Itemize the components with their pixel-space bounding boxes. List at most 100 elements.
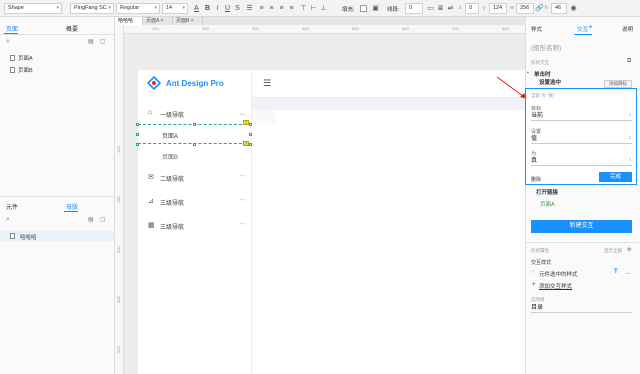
text-color-icon[interactable]: A bbox=[192, 4, 201, 13]
tab-pages[interactable]: 页面 bbox=[6, 24, 18, 33]
submenu-item-page-a[interactable]: 页面A bbox=[162, 131, 178, 140]
link-target[interactable]: 页面A bbox=[540, 200, 555, 208]
ruler-tick: 500 bbox=[116, 346, 121, 353]
chevron-down-icon: ﹀ bbox=[240, 199, 246, 205]
width-input[interactable]: 256 bbox=[516, 3, 534, 14]
font-weight-select[interactable]: Regular ▾ bbox=[116, 3, 160, 14]
bullet-list-icon[interactable]: ☰ bbox=[245, 4, 254, 13]
italic-icon[interactable]: I bbox=[213, 4, 222, 13]
settings-icon[interactable]: ⚙ bbox=[627, 247, 631, 253]
ant-logo-icon bbox=[147, 76, 161, 90]
plus-icon[interactable]: + bbox=[532, 282, 536, 288]
x-input[interactable]: 0 bbox=[465, 3, 479, 14]
strikethrough-icon[interactable]: S bbox=[233, 4, 242, 13]
action-label: 设置选中 bbox=[539, 80, 562, 86]
option-group-input[interactable]: 目录 bbox=[531, 304, 632, 313]
menu-item-level2[interactable]: 二级导航 bbox=[160, 174, 184, 183]
doc-tab-master[interactable]: 哈哈哈 bbox=[115, 17, 143, 25]
font-size-select[interactable]: 14 ▾ bbox=[162, 3, 188, 14]
divider bbox=[0, 196, 114, 197]
tab-outline[interactable]: 概要 bbox=[66, 24, 78, 33]
align-left-icon[interactable]: ≡ bbox=[257, 4, 266, 13]
add-folder-icon[interactable]: ▢ bbox=[100, 216, 106, 223]
master-item-selected[interactable]: 哈哈哈 bbox=[0, 231, 114, 241]
shape-type-select[interactable]: Shape ▾ bbox=[4, 3, 62, 14]
valign-top-icon[interactable]: ⊤ bbox=[299, 4, 308, 13]
top-toolbar: Shape ▾ PingFang SC ▾ Regular ▾ 14 ▾ A B… bbox=[0, 0, 640, 17]
h-label: h bbox=[545, 5, 549, 11]
done-button[interactable]: 完成 bbox=[599, 172, 632, 182]
delete-button[interactable]: 删除 bbox=[531, 176, 541, 183]
radio-icon[interactable]: ○ bbox=[531, 269, 535, 275]
underline-icon[interactable]: U bbox=[223, 4, 232, 13]
header-bar[interactable] bbox=[252, 70, 525, 98]
to-select[interactable]: 真 ⇕ bbox=[531, 157, 632, 166]
set-select[interactable]: 值 ⇕ bbox=[531, 135, 632, 144]
fill-label: 填充: bbox=[342, 7, 355, 13]
bold-icon[interactable]: B bbox=[203, 4, 212, 13]
new-interaction-button[interactable]: 新建交互 bbox=[531, 220, 632, 233]
search-icon[interactable]: ⌕ bbox=[6, 216, 10, 224]
show-all-link[interactable]: 显示全部 bbox=[604, 248, 622, 254]
page-item-b[interactable]: 页面B bbox=[10, 66, 33, 74]
submenu-item-page-b[interactable]: 页面B bbox=[162, 152, 178, 161]
doc-tab-page-a[interactable]: 页面A × bbox=[143, 17, 173, 25]
add-target-button[interactable]: 添加目标 bbox=[604, 80, 632, 88]
tab-widgets[interactable]: 元件 bbox=[6, 202, 18, 211]
menu-item-level3b[interactable]: 三级导航 bbox=[160, 222, 184, 231]
resize-handle[interactable] bbox=[249, 123, 252, 126]
align-right-icon[interactable]: ≡ bbox=[277, 4, 286, 13]
resize-handle[interactable] bbox=[136, 143, 139, 146]
search-icon[interactable]: ⌕ bbox=[6, 38, 10, 46]
page-label: 页面B bbox=[18, 68, 33, 74]
lock-ratio-icon[interactable]: 🔗 bbox=[535, 4, 544, 13]
tab-notes[interactable]: 说明 bbox=[622, 25, 633, 33]
line-label: 线段: bbox=[387, 7, 400, 13]
tab-style[interactable]: 样式 bbox=[531, 25, 542, 33]
valign-middle-icon[interactable]: ⊢ bbox=[309, 4, 318, 13]
text-style-icon[interactable]: T bbox=[614, 269, 618, 275]
interaction-marker-icon[interactable]: ? bbox=[243, 120, 249, 125]
add-master-icon[interactable]: ▤ bbox=[88, 216, 94, 223]
w-label: w bbox=[510, 5, 514, 11]
resize-handle[interactable] bbox=[193, 143, 196, 146]
valign-bottom-icon[interactable]: ⊥ bbox=[319, 4, 328, 13]
edit-interaction-icon[interactable]: ⧉ bbox=[627, 58, 631, 65]
resize-handle[interactable] bbox=[136, 133, 139, 136]
menu-fold-icon[interactable]: ☰ bbox=[263, 78, 271, 89]
align-center-icon[interactable]: ≡ bbox=[267, 4, 276, 13]
resize-handle[interactable] bbox=[249, 133, 252, 136]
selected-style-item[interactable]: 元件选中的样式 bbox=[539, 270, 578, 278]
tab-interaction[interactable]: 交互 bbox=[577, 25, 588, 33]
shadow-icon[interactable]: ▣ bbox=[371, 4, 380, 13]
add-page-icon[interactable]: ▤ bbox=[88, 38, 94, 45]
open-link-action[interactable]: 打开链接 bbox=[536, 188, 558, 196]
interaction-marker-icon[interactable]: ? bbox=[243, 141, 249, 146]
arrow-style-icon[interactable]: ⇌ bbox=[446, 4, 455, 13]
shape-name-input[interactable]: (矩形名称) bbox=[531, 42, 561, 52]
target-select[interactable]: 当前 ⇕ bbox=[531, 112, 632, 121]
align-justify-icon[interactable]: ≡ bbox=[287, 4, 296, 13]
page-item-a[interactable]: 页面A bbox=[10, 54, 33, 62]
remove-icon[interactable]: － bbox=[625, 269, 631, 278]
add-interaction-style-link[interactable]: 添加交互样式 bbox=[539, 282, 572, 290]
line-color-icon[interactable]: ▭ bbox=[426, 4, 435, 13]
height-input[interactable]: 46 bbox=[551, 3, 567, 14]
doc-tab-page-b[interactable]: 页面B × bbox=[173, 17, 203, 25]
visibility-eye-icon[interactable]: ◉ bbox=[569, 4, 578, 13]
selected-widget-outline[interactable] bbox=[138, 124, 252, 144]
divider bbox=[0, 34, 114, 35]
menu-item-level3[interactable]: 三级导航 bbox=[160, 198, 184, 207]
menu-item-level1[interactable]: 一级导航 bbox=[160, 110, 184, 119]
resize-handle[interactable] bbox=[136, 123, 139, 126]
font-family-select[interactable]: PingFang SC ▾ bbox=[70, 3, 114, 14]
fill-color-swatch[interactable] bbox=[360, 5, 367, 12]
line-style-icon[interactable]: ≣ bbox=[436, 4, 445, 13]
resize-handle[interactable] bbox=[249, 143, 252, 146]
collapse-icon[interactable]: ▪ bbox=[527, 70, 529, 76]
add-folder-icon[interactable]: ▢ bbox=[100, 38, 106, 45]
line-width-input[interactable]: 0 bbox=[405, 3, 423, 14]
y-input[interactable]: 124 bbox=[489, 3, 507, 14]
resize-handle[interactable] bbox=[193, 123, 196, 126]
tab-masters[interactable]: 母版 bbox=[66, 202, 78, 211]
